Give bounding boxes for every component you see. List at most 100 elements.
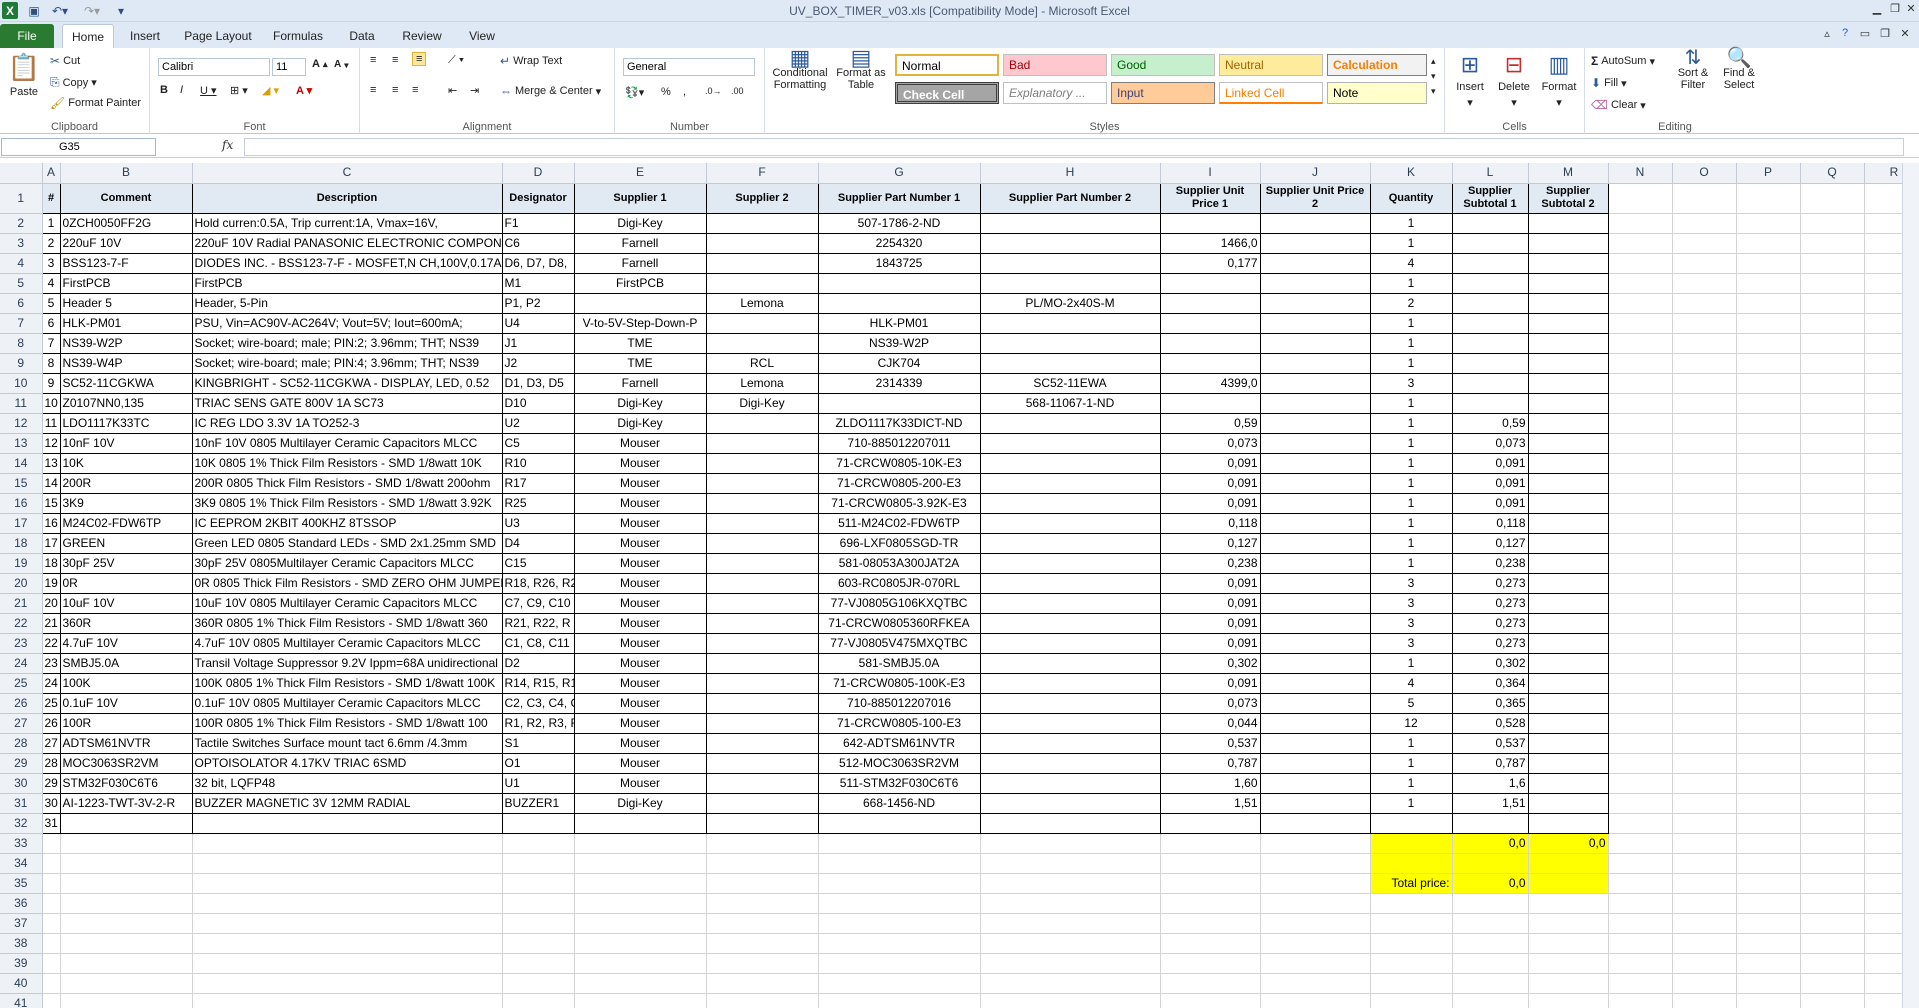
table-cell[interactable] (1259, 492, 1371, 514)
table-cell[interactable]: U1 (501, 772, 575, 794)
table-cell[interactable]: PL/MO-2x40S-M (979, 292, 1161, 314)
total-cell[interactable] (1370, 853, 1453, 874)
table-cell[interactable] (191, 812, 503, 834)
align-bottom-button[interactable]: ≡ (412, 52, 427, 66)
doc-minimize-icon[interactable]: ▭ (1856, 27, 1874, 43)
row-number[interactable]: 27 (0, 713, 43, 734)
table-cell[interactable]: Mouser (573, 772, 707, 794)
empty-cell[interactable] (1608, 373, 1673, 394)
empty-cell[interactable] (1260, 893, 1371, 914)
table-cell[interactable]: ZLDO1117K33DICT-ND (817, 412, 981, 434)
subtotal-1-sum[interactable]: 0,0 (1452, 833, 1529, 854)
table-cell[interactable]: 4 (41, 272, 61, 294)
empty-cell[interactable] (1452, 933, 1529, 954)
empty-cell[interactable] (818, 993, 981, 1008)
wrap-text-button[interactable]: ↵ Wrap Text (500, 54, 562, 68)
empty-cell[interactable] (706, 833, 819, 854)
table-cell[interactable] (979, 672, 1161, 694)
empty-cell[interactable] (1800, 773, 1865, 794)
empty-cell[interactable] (818, 953, 981, 974)
empty-cell[interactable] (1800, 953, 1865, 974)
empty-cell[interactable] (1736, 393, 1801, 414)
empty-cell[interactable] (60, 833, 193, 854)
empty-cell[interactable] (1800, 433, 1865, 454)
empty-cell[interactable] (1672, 933, 1737, 954)
table-cell[interactable] (979, 432, 1161, 454)
table-cell[interactable] (1527, 692, 1609, 714)
table-cell[interactable]: 1 (1369, 412, 1453, 434)
table-cell[interactable]: 3 (1369, 572, 1453, 594)
table-cell[interactable]: FirstPCB (573, 272, 707, 294)
empty-cell[interactable] (980, 973, 1161, 994)
empty-cell[interactable] (1800, 473, 1865, 494)
table-cell[interactable] (1527, 672, 1609, 694)
empty-cell[interactable] (1452, 993, 1529, 1008)
empty-cell[interactable] (502, 873, 575, 894)
row-number[interactable]: 18 (0, 533, 43, 554)
column-header-K[interactable]: K (1370, 163, 1453, 184)
empty-cell[interactable] (1672, 353, 1737, 374)
empty-cell[interactable] (1736, 733, 1801, 754)
empty-cell[interactable] (1800, 213, 1865, 234)
empty-cell[interactable] (1608, 613, 1673, 634)
empty-cell[interactable] (60, 953, 193, 974)
table-cell[interactable]: 0,787 (1451, 752, 1529, 774)
close-icon[interactable]: ✕ (1902, 2, 1919, 18)
total-cell[interactable] (1452, 853, 1529, 874)
table-cell[interactable]: Mouser (573, 652, 707, 674)
empty-cell[interactable] (1736, 333, 1801, 354)
align-middle-button[interactable]: ≡ (392, 54, 398, 66)
row-number[interactable]: 35 (0, 873, 43, 894)
empty-cell[interactable] (1800, 413, 1865, 434)
table-cell[interactable] (979, 792, 1161, 814)
empty-cell[interactable] (1608, 793, 1673, 814)
style-calculation[interactable]: Calculation (1327, 54, 1427, 76)
empty-cell[interactable] (1608, 693, 1673, 714)
header-cell[interactable]: Supplier Part Number 2 (979, 182, 1161, 214)
table-cell[interactable]: 0,302 (1451, 652, 1529, 674)
empty-cell[interactable] (1608, 773, 1673, 794)
table-cell[interactable]: TME (573, 332, 707, 354)
column-header-I[interactable]: I (1160, 163, 1261, 184)
table-cell[interactable]: 0,091 (1159, 612, 1261, 634)
style-normal[interactable]: Normal (895, 54, 999, 76)
table-cell[interactable]: 30 (41, 792, 61, 814)
vertical-scrollbar[interactable] (1902, 163, 1919, 1008)
empty-cell[interactable] (1800, 533, 1865, 554)
table-cell[interactable]: 12 (41, 432, 61, 454)
table-cell[interactable]: 0,091 (1159, 672, 1261, 694)
table-cell[interactable]: 0,073 (1159, 432, 1261, 454)
empty-cell[interactable] (1672, 513, 1737, 534)
tab-view[interactable]: View (460, 24, 504, 48)
empty-cell[interactable] (42, 993, 61, 1008)
table-cell[interactable]: 0,273 (1451, 632, 1529, 654)
empty-cell[interactable] (192, 853, 503, 874)
table-cell[interactable]: 0,091 (1451, 492, 1529, 514)
table-cell[interactable]: IC REG LDO 3.3V 1A TO252-3 (191, 412, 503, 434)
table-cell[interactable]: STM32F030C6T6 (59, 772, 193, 794)
empty-cell[interactable] (1736, 233, 1801, 254)
empty-cell[interactable] (1736, 353, 1801, 374)
table-cell[interactable]: U4 (501, 312, 575, 334)
align-left-button[interactable]: ≡ (370, 84, 376, 96)
table-cell[interactable]: 1 (1369, 492, 1453, 514)
empty-cell[interactable] (1608, 913, 1673, 934)
table-cell[interactable] (1259, 352, 1371, 374)
empty-cell[interactable] (1736, 373, 1801, 394)
table-cell[interactable]: 71-CRCW0805-10K-E3 (817, 452, 981, 474)
empty-cell[interactable] (1672, 873, 1737, 894)
column-header-O[interactable]: O (1672, 163, 1737, 184)
empty-cell[interactable] (1800, 893, 1865, 914)
table-cell[interactable]: 0,273 (1451, 572, 1529, 594)
table-cell[interactable]: 1 (1369, 312, 1453, 334)
table-cell[interactable]: U3 (501, 512, 575, 534)
minimize-ribbon-icon[interactable]: ▵ (1818, 27, 1836, 43)
table-cell[interactable]: 77-VJ0805V475MXQTBC (817, 632, 981, 654)
table-cell[interactable] (705, 312, 819, 334)
empty-cell[interactable] (1736, 773, 1801, 794)
table-cell[interactable] (1159, 292, 1261, 314)
table-cell[interactable]: 100R (59, 712, 193, 734)
empty-cell[interactable] (1672, 213, 1737, 234)
table-cell[interactable]: 30pF 25V 0805Multilayer Ceramic Capacito… (191, 552, 503, 574)
table-cell[interactable]: 32 bit, LQFP48 (191, 772, 503, 794)
